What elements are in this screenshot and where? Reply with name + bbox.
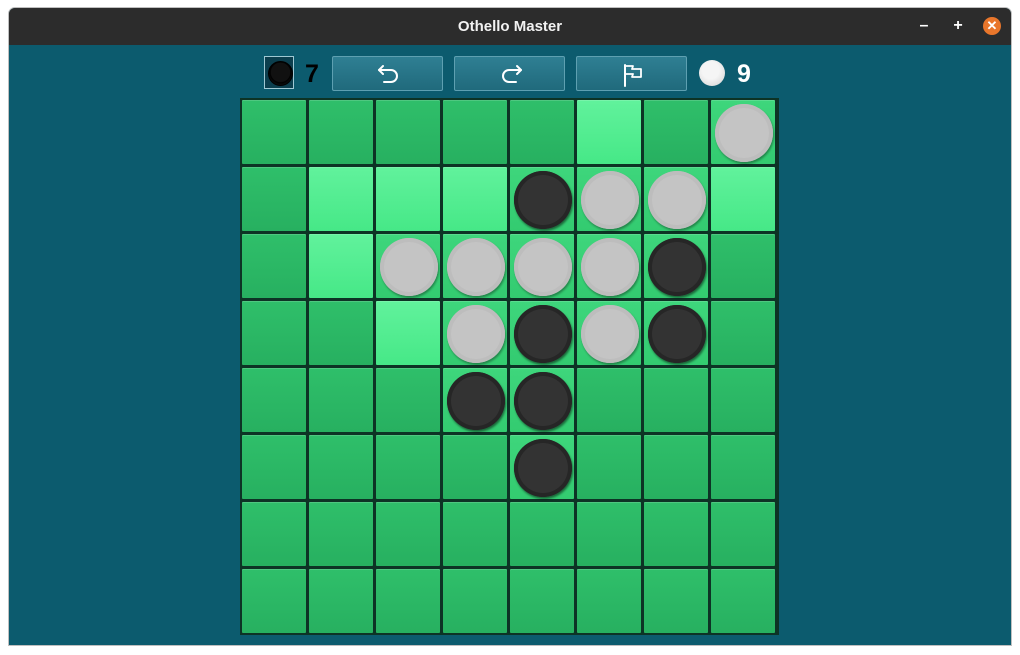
board-cell-r3-c6[interactable] bbox=[577, 234, 641, 298]
board-cell-r1-c6[interactable] bbox=[577, 100, 641, 164]
board-cell-r2-c5[interactable] bbox=[510, 167, 574, 231]
maximize-button[interactable]: + bbox=[949, 17, 967, 35]
undo-button[interactable] bbox=[332, 56, 443, 91]
board-cell-r1-c3[interactable] bbox=[376, 100, 440, 164]
board-cell-r5-c3[interactable] bbox=[376, 368, 440, 432]
white-piece bbox=[648, 171, 706, 229]
black-player-indicator bbox=[264, 56, 294, 89]
board-cell-r6-c5[interactable] bbox=[510, 435, 574, 499]
white-disc-icon bbox=[699, 60, 725, 86]
board-cell-r5-c5[interactable] bbox=[510, 368, 574, 432]
black-piece bbox=[514, 372, 572, 430]
board-cell-r7-c4[interactable] bbox=[443, 502, 507, 566]
board-cell-r6-c8[interactable] bbox=[711, 435, 775, 499]
board-cell-r5-c2[interactable] bbox=[309, 368, 373, 432]
black-piece bbox=[648, 238, 706, 296]
board-cell-r2-c2[interactable] bbox=[309, 167, 373, 231]
white-piece bbox=[447, 238, 505, 296]
board-cell-r4-c4[interactable] bbox=[443, 301, 507, 365]
board-cell-r5-c4[interactable] bbox=[443, 368, 507, 432]
game-board bbox=[240, 98, 779, 635]
board-cell-r4-c1[interactable] bbox=[242, 301, 306, 365]
app-window: Othello Master – + ✕ 7 9 bbox=[9, 8, 1011, 645]
board-cell-r1-c5[interactable] bbox=[510, 100, 574, 164]
board-cell-r8-c7[interactable] bbox=[644, 569, 708, 633]
board-cell-r8-c2[interactable] bbox=[309, 569, 373, 633]
board-cell-r2-c1[interactable] bbox=[242, 167, 306, 231]
board-cell-r1-c4[interactable] bbox=[443, 100, 507, 164]
board-cell-r8-c1[interactable] bbox=[242, 569, 306, 633]
white-piece bbox=[581, 305, 639, 363]
black-piece bbox=[514, 171, 572, 229]
board-cell-r3-c1[interactable] bbox=[242, 234, 306, 298]
board-cell-r4-c7[interactable] bbox=[644, 301, 708, 365]
board-cell-r3-c2[interactable] bbox=[309, 234, 373, 298]
minimize-button[interactable]: – bbox=[915, 17, 933, 35]
window-title: Othello Master bbox=[457, 18, 563, 35]
board-cell-r7-c7[interactable] bbox=[644, 502, 708, 566]
black-score: 7 bbox=[305, 60, 319, 88]
board-cell-r7-c1[interactable] bbox=[242, 502, 306, 566]
redo-button[interactable] bbox=[454, 56, 565, 91]
title-bar: Othello Master – + ✕ bbox=[9, 8, 1011, 45]
board-cell-r4-c6[interactable] bbox=[577, 301, 641, 365]
board-cell-r1-c2[interactable] bbox=[309, 100, 373, 164]
board-cell-r2-c7[interactable] bbox=[644, 167, 708, 231]
board-cell-r8-c5[interactable] bbox=[510, 569, 574, 633]
white-piece bbox=[514, 238, 572, 296]
white-piece bbox=[715, 104, 773, 162]
board-cell-r6-c7[interactable] bbox=[644, 435, 708, 499]
board-cell-r3-c5[interactable] bbox=[510, 234, 574, 298]
board-cell-r8-c3[interactable] bbox=[376, 569, 440, 633]
board-cell-r7-c2[interactable] bbox=[309, 502, 373, 566]
board-cell-r3-c7[interactable] bbox=[644, 234, 708, 298]
redo-arrow-icon bbox=[502, 65, 522, 83]
board-cell-r7-c8[interactable] bbox=[711, 502, 775, 566]
undo-arrow-icon bbox=[378, 65, 398, 83]
board-cell-r6-c3[interactable] bbox=[376, 435, 440, 499]
board-cell-r3-c8[interactable] bbox=[711, 234, 775, 298]
board-cell-r5-c7[interactable] bbox=[644, 368, 708, 432]
black-piece bbox=[514, 439, 572, 497]
flag-icon bbox=[624, 64, 642, 87]
board-cell-r8-c4[interactable] bbox=[443, 569, 507, 633]
close-button[interactable]: ✕ bbox=[983, 17, 1001, 35]
black-piece bbox=[514, 305, 572, 363]
black-piece bbox=[447, 372, 505, 430]
board-cell-r5-c8[interactable] bbox=[711, 368, 775, 432]
board-cell-r6-c2[interactable] bbox=[309, 435, 373, 499]
board-cell-r2-c3[interactable] bbox=[376, 167, 440, 231]
board-cell-r5-c6[interactable] bbox=[577, 368, 641, 432]
board-cell-r4-c8[interactable] bbox=[711, 301, 775, 365]
board-cell-r4-c2[interactable] bbox=[309, 301, 373, 365]
board-cell-r6-c4[interactable] bbox=[443, 435, 507, 499]
board-cell-r8-c6[interactable] bbox=[577, 569, 641, 633]
board-cell-r4-c5[interactable] bbox=[510, 301, 574, 365]
white-piece bbox=[380, 238, 438, 296]
black-piece bbox=[648, 305, 706, 363]
board-cell-r6-c1[interactable] bbox=[242, 435, 306, 499]
white-piece bbox=[581, 238, 639, 296]
board-cell-r1-c8[interactable] bbox=[711, 100, 775, 164]
black-disc-icon bbox=[268, 61, 293, 86]
board-cell-r4-c3[interactable] bbox=[376, 301, 440, 365]
board-cell-r6-c6[interactable] bbox=[577, 435, 641, 499]
board-cell-r1-c1[interactable] bbox=[242, 100, 306, 164]
white-piece bbox=[581, 171, 639, 229]
board-cell-r7-c6[interactable] bbox=[577, 502, 641, 566]
toolbar: 7 9 bbox=[9, 56, 1011, 92]
board-cell-r8-c8[interactable] bbox=[711, 569, 775, 633]
board-cell-r7-c3[interactable] bbox=[376, 502, 440, 566]
white-score: 9 bbox=[737, 60, 751, 88]
board-cell-r2-c4[interactable] bbox=[443, 167, 507, 231]
board-cell-r5-c1[interactable] bbox=[242, 368, 306, 432]
board-cell-r1-c7[interactable] bbox=[644, 100, 708, 164]
board-cell-r7-c5[interactable] bbox=[510, 502, 574, 566]
resign-button[interactable] bbox=[576, 56, 687, 91]
board-cell-r2-c8[interactable] bbox=[711, 167, 775, 231]
board-cell-r2-c6[interactable] bbox=[577, 167, 641, 231]
board-cell-r3-c3[interactable] bbox=[376, 234, 440, 298]
board-cell-r3-c4[interactable] bbox=[443, 234, 507, 298]
white-piece bbox=[447, 305, 505, 363]
